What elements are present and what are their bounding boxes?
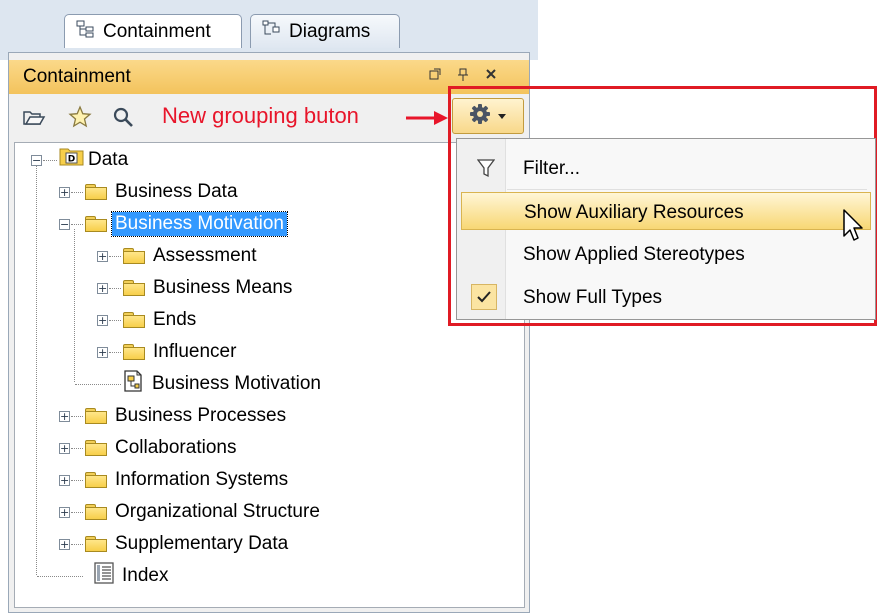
expand-toggle[interactable]: +: [97, 251, 108, 262]
collapse-toggle[interactable]: −: [31, 155, 42, 166]
tree-node[interactable]: + Information Systems: [59, 465, 291, 495]
data-package-icon: D: [59, 148, 85, 172]
tree-node-label: Information Systems: [115, 469, 289, 490]
tree-node-root[interactable]: − D Data: [27, 145, 131, 175]
filter-icon: [476, 158, 496, 184]
folder-icon: [123, 248, 145, 264]
folder-icon: [123, 280, 145, 296]
tree-node[interactable]: + Influencer: [97, 337, 239, 367]
containment-tree-icon: [75, 19, 97, 45]
annotation-label: New grouping buton: [162, 103, 359, 128]
tree-node[interactable]: Business Motivation: [75, 369, 324, 399]
diagram-icon: [121, 369, 145, 399]
tab-diagrams[interactable]: Diagrams: [250, 14, 400, 48]
document-icon: [93, 561, 115, 591]
menu-separator: [507, 189, 867, 190]
tree-guide-line: [74, 229, 75, 382]
menu-item-label: Show Applied Stereotypes: [523, 244, 745, 265]
tree-connector: [71, 480, 83, 481]
expand-toggle[interactable]: +: [59, 475, 70, 486]
tree-node-label: Collaborations: [115, 437, 237, 458]
folder-icon: [85, 408, 107, 424]
folder-icon: [85, 504, 107, 520]
tree-connector: [37, 576, 83, 577]
tree-node-label: Ends: [153, 309, 197, 330]
tab-diagrams-label: Diagrams: [289, 20, 371, 42]
collapse-toggle[interactable]: −: [59, 219, 70, 230]
tree-node-label: Business Data: [115, 181, 238, 202]
tree-node[interactable]: + Collaborations: [59, 433, 239, 463]
annotation-arrow: [404, 108, 450, 133]
folder-icon: [85, 536, 107, 552]
folder-icon: [85, 184, 107, 200]
expand-toggle[interactable]: +: [59, 411, 70, 422]
tree-node-selected[interactable]: − Business Motivation: [59, 209, 288, 239]
tree-node-label: Business Means: [153, 277, 293, 298]
tree-connector: [75, 384, 121, 385]
panel-title: Containment: [23, 66, 131, 87]
pin-icon[interactable]: [455, 68, 471, 85]
menu-item-show-applied-stereotypes[interactable]: Show Applied Stereotypes: [461, 235, 871, 273]
tree-node[interactable]: + Assessment: [97, 241, 259, 271]
tree-node-label: Influencer: [153, 341, 237, 362]
tree-connector: [71, 448, 83, 449]
open-folder-icon[interactable]: [21, 104, 47, 130]
menu-item-show-full-types[interactable]: Show Full Types: [461, 278, 871, 316]
tree-node-label: Business Motivation: [152, 373, 321, 394]
tree-node-label: Assessment: [153, 245, 257, 266]
tree-connector: [109, 288, 121, 289]
menu-item-label: Show Auxiliary Resources: [524, 202, 744, 223]
menu-item-filter[interactable]: Filter...: [461, 149, 871, 187]
tree-node-label: Index: [122, 565, 169, 586]
folder-icon: [85, 440, 107, 456]
search-icon[interactable]: [110, 104, 136, 130]
tree-node[interactable]: + Business Means: [97, 273, 295, 303]
diagrams-icon: [261, 19, 283, 45]
tab-containment[interactable]: Containment: [64, 14, 242, 48]
star-icon[interactable]: [67, 104, 93, 130]
maximize-icon[interactable]: [427, 68, 443, 83]
svg-text:D: D: [68, 155, 75, 165]
tab-containment-label: Containment: [103, 20, 211, 42]
tree-node[interactable]: + Ends: [97, 305, 199, 335]
tree-node[interactable]: + Organizational Structure: [59, 497, 323, 527]
close-icon[interactable]: [483, 68, 499, 83]
tree-connector: [71, 416, 83, 417]
mouse-cursor-icon: [842, 208, 866, 249]
tree-connector: [71, 512, 83, 513]
tree-connector: [71, 192, 83, 193]
tree-node-label: Supplementary Data: [115, 533, 289, 554]
tree-connector: [109, 320, 121, 321]
menu-item-label: Show Full Types: [523, 287, 663, 308]
tree-node-label: Business Motivation: [111, 211, 288, 237]
tree-connector: [43, 160, 57, 161]
menu-item-show-auxiliary-resources[interactable]: Show Auxiliary Resources: [461, 192, 871, 230]
folder-icon: [85, 216, 107, 232]
folder-icon: [85, 472, 107, 488]
expand-toggle[interactable]: +: [59, 187, 70, 198]
tree-node[interactable]: + Business Processes: [59, 401, 289, 431]
tree-connector: [71, 224, 83, 225]
tree-connector: [109, 352, 121, 353]
folder-icon: [123, 312, 145, 328]
folder-icon: [123, 344, 145, 360]
tree-guide-line: [36, 165, 37, 575]
tree-node-label: Business Processes: [115, 405, 287, 426]
checkmark-icon: [471, 284, 497, 310]
expand-toggle[interactable]: +: [59, 443, 70, 454]
expand-toggle[interactable]: +: [59, 507, 70, 518]
tree-node-label: Organizational Structure: [115, 501, 320, 522]
menu-item-label: Filter...: [523, 158, 581, 179]
grouping-menu: Filter... Show Auxiliary Resources Show …: [456, 138, 876, 320]
tree-node[interactable]: Index: [37, 561, 171, 591]
expand-toggle[interactable]: +: [97, 315, 108, 326]
tree-node-label: Data: [88, 149, 129, 170]
expand-toggle[interactable]: +: [59, 539, 70, 550]
expand-toggle[interactable]: +: [97, 283, 108, 294]
expand-toggle[interactable]: +: [97, 347, 108, 358]
tree-node[interactable]: + Supplementary Data: [59, 529, 291, 559]
tree-connector: [71, 544, 83, 545]
tree-connector: [109, 256, 121, 257]
tree-node[interactable]: + Business Data: [59, 177, 241, 207]
